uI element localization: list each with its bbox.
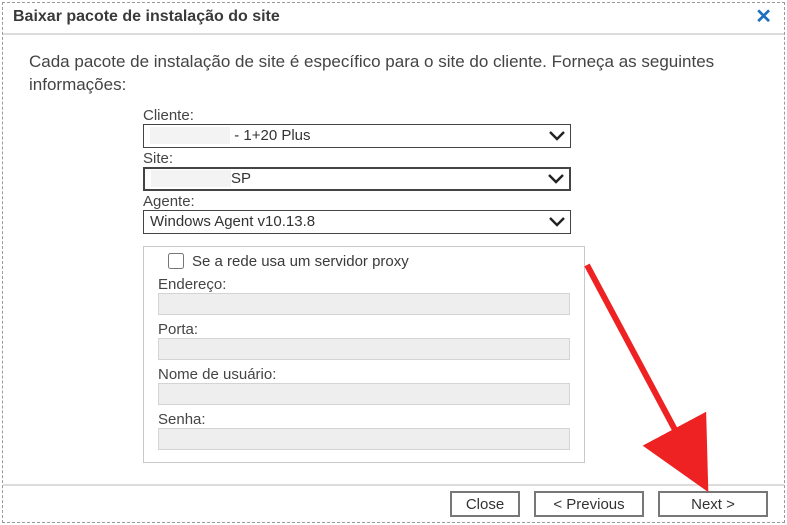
agent-label: Agente: — [143, 193, 571, 210]
proxy-address-input[interactable] — [158, 293, 570, 315]
chevron-down-icon — [547, 173, 565, 185]
form-area: Cliente: XXXXXXXX - 1+20 Plus Site: XXXX… — [143, 107, 571, 463]
agent-dropdown[interactable]: Windows Agent v10.13.8 — [143, 210, 571, 234]
intro-text: Cada pacote de instalação de site é espe… — [29, 51, 758, 97]
site-label: Site: — [143, 150, 571, 167]
previous-button[interactable]: < Previous — [534, 491, 644, 517]
dialog-footer: Close < Previous Next > — [3, 484, 784, 522]
proxy-toggle-row: Se a rede usa um servidor proxy — [168, 253, 570, 270]
proxy-port-input[interactable] — [158, 338, 570, 360]
chevron-down-icon — [548, 216, 566, 228]
proxy-username-label: Nome de usuário: — [158, 366, 570, 383]
dialog-body: Cada pacote de instalação de site é espe… — [3, 35, 784, 463]
close-button[interactable]: Close — [450, 491, 520, 517]
client-value: XXXXXXXX - 1+20 Plus — [150, 127, 548, 144]
proxy-username-input[interactable] — [158, 383, 570, 405]
client-dropdown[interactable]: XXXXXXXX - 1+20 Plus — [143, 124, 571, 148]
agent-value: Windows Agent v10.13.8 — [150, 213, 548, 230]
dialog-frame: Baixar pacote de instalação do site ✕ Ca… — [2, 2, 785, 523]
proxy-group: Se a rede usa um servidor proxy Endereço… — [143, 246, 585, 463]
proxy-password-label: Senha: — [158, 411, 570, 428]
proxy-password-input[interactable] — [158, 428, 570, 450]
chevron-down-icon — [548, 130, 566, 142]
next-button[interactable]: Next > — [658, 491, 768, 517]
proxy-checkbox[interactable] — [168, 253, 184, 269]
site-dropdown[interactable]: XXXXXXXXSP — [143, 167, 571, 191]
close-icon[interactable]: ✕ — [751, 7, 776, 27]
proxy-address-label: Endereço: — [158, 276, 570, 293]
proxy-checkbox-label: Se a rede usa um servidor proxy — [192, 253, 409, 270]
site-value: XXXXXXXXSP — [151, 170, 547, 187]
client-label: Cliente: — [143, 107, 571, 124]
proxy-port-label: Porta: — [158, 321, 570, 338]
titlebar: Baixar pacote de instalação do site ✕ — [3, 3, 784, 35]
dialog-title: Baixar pacote de instalação do site — [13, 8, 280, 26]
